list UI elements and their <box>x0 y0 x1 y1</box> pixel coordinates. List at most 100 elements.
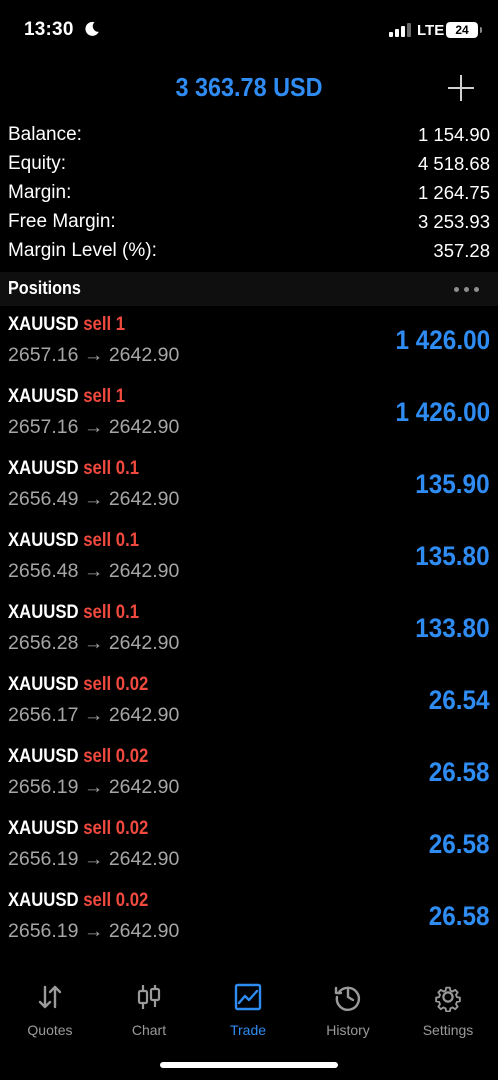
position-row[interactable]: XAUUSD sell 0.02 2656.19 → 2642.90 26.58 <box>0 812 498 884</box>
position-profit: 135.90 <box>415 469 490 499</box>
position-symbol: XAUUSD sell 0.1 <box>8 602 139 624</box>
position-row[interactable]: XAUUSD sell 0.02 2656.17 → 2642.90 26.54 <box>0 668 498 740</box>
position-prices: 2656.48 → 2642.90 <box>8 560 180 582</box>
position-side: sell 0.1 <box>83 458 140 479</box>
position-side: sell 0.02 <box>83 818 149 839</box>
position-symbol: XAUUSD sell 0.1 <box>8 458 139 480</box>
tab-label: Quotes <box>27 1022 73 1038</box>
status-bar: 13:30 LTE 24 <box>0 0 498 60</box>
summary-margin-level: Margin Level (%): 357.28 <box>0 236 498 265</box>
position-side: sell 0.02 <box>83 890 149 911</box>
position-profit: 26.58 <box>429 829 490 859</box>
position-row[interactable]: XAUUSD sell 0.1 2656.28 → 2642.90 133.80 <box>0 596 498 668</box>
position-profit: 133.80 <box>415 613 490 643</box>
account-summary: Balance: 1 154.90 Equity: 4 518.68 Margi… <box>0 120 498 265</box>
position-row[interactable]: XAUUSD sell 0.02 2656.19 → 2642.90 26.58 <box>0 740 498 812</box>
position-prices: 2656.49 → 2642.90 <box>8 488 180 510</box>
more-dots-icon[interactable] <box>454 287 482 293</box>
symbol-name: XAUUSD <box>8 458 79 479</box>
tab-history[interactable]: History <box>298 978 398 1040</box>
position-row[interactable]: XAUUSD sell 1 2657.16 → 2642.90 1 426.00 <box>0 308 498 380</box>
position-prices: 2657.16 → 2642.90 <box>8 416 180 438</box>
position-symbol: XAUUSD sell 0.1 <box>8 530 139 552</box>
position-prices: 2656.19 → 2642.90 <box>8 920 180 942</box>
position-row[interactable]: XAUUSD sell 0.1 2656.49 → 2642.90 135.90 <box>0 452 498 524</box>
position-row[interactable]: XAUUSD sell 1 2657.16 → 2642.90 1 426.00 <box>0 380 498 452</box>
network-type: LTE <box>417 22 445 39</box>
symbol-name: XAUUSD <box>8 674 79 695</box>
summary-margin: Margin: 1 264.75 <box>0 178 498 207</box>
summary-label: Balance: <box>8 123 82 145</box>
symbol-name: XAUUSD <box>8 530 79 551</box>
trade-header: 3 363.78 USD <box>0 68 498 108</box>
position-symbol: XAUUSD sell 1 <box>8 386 125 408</box>
position-side: sell 0.02 <box>83 746 149 767</box>
quotes-arrows-icon <box>38 985 62 1009</box>
position-prices: 2656.17 → 2642.90 <box>8 704 180 726</box>
position-symbol: XAUUSD sell 0.02 <box>8 746 148 768</box>
tab-trade[interactable]: Trade <box>198 978 298 1040</box>
summary-balance: Balance: 1 154.90 <box>0 120 498 149</box>
tab-quotes[interactable]: Quotes <box>0 978 100 1040</box>
signal-icon <box>389 23 411 37</box>
tab-settings[interactable]: Settings <box>398 978 498 1040</box>
symbol-name: XAUUSD <box>8 818 79 839</box>
tab-label: History <box>326 1022 370 1038</box>
summary-label: Free Margin: <box>8 210 116 232</box>
tab-chart[interactable]: Chart <box>99 978 199 1040</box>
symbol-name: XAUUSD <box>8 746 79 767</box>
moon-icon <box>85 21 99 36</box>
position-side: sell 0.02 <box>83 674 149 695</box>
position-profit: 1 426.00 <box>395 397 490 427</box>
position-symbol: XAUUSD sell 0.02 <box>8 674 148 696</box>
summary-value: 3 253.93 <box>417 210 490 232</box>
tab-label: Settings <box>422 1022 474 1038</box>
position-side: sell 1 <box>83 386 126 407</box>
trade-chart-icon <box>234 983 262 1011</box>
summary-label: Margin Level (%): <box>8 239 157 261</box>
position-row[interactable]: XAUUSD sell 0.1 2656.48 → 2642.90 135.80 <box>0 524 498 596</box>
account-total: 3 363.78 USD <box>175 72 323 102</box>
position-side: sell 1 <box>83 314 126 335</box>
positions-header: Positions <box>0 272 498 306</box>
symbol-name: XAUUSD <box>8 314 79 335</box>
summary-value: 357.28 <box>433 239 490 261</box>
position-profit: 26.54 <box>429 685 490 715</box>
summary-value: 4 518.68 <box>417 152 490 174</box>
position-prices: 2657.16 → 2642.90 <box>8 344 180 366</box>
position-symbol: XAUUSD sell 1 <box>8 314 125 336</box>
position-side: sell 0.1 <box>83 602 140 623</box>
battery-level: 24 <box>455 23 469 37</box>
home-indicator[interactable] <box>160 1062 338 1068</box>
position-prices: 2656.19 → 2642.90 <box>8 776 180 798</box>
symbol-name: XAUUSD <box>8 602 79 623</box>
plus-icon[interactable] <box>448 75 474 101</box>
position-symbol: XAUUSD sell 0.02 <box>8 818 148 840</box>
summary-label: Equity: <box>8 152 67 174</box>
position-prices: 2656.28 → 2642.90 <box>8 632 180 654</box>
candlestick-icon <box>137 985 161 1009</box>
gear-icon <box>435 986 461 1012</box>
symbol-name: XAUUSD <box>8 386 79 407</box>
position-profit: 26.58 <box>429 757 490 787</box>
summary-value: 1 264.75 <box>417 181 490 203</box>
history-clock-icon <box>334 986 360 1011</box>
positions-title: Positions <box>8 278 81 298</box>
summary-equity: Equity: 4 518.68 <box>0 149 498 178</box>
position-profit: 1 426.00 <box>395 325 490 355</box>
summary-label: Margin: <box>8 181 72 203</box>
summary-free-margin: Free Margin: 3 253.93 <box>0 207 498 236</box>
position-symbol: XAUUSD sell 0.02 <box>8 890 148 912</box>
symbol-name: XAUUSD <box>8 890 79 911</box>
positions-list: XAUUSD sell 1 2657.16 → 2642.90 1 426.00… <box>0 308 498 956</box>
status-time: 13:30 <box>24 19 74 40</box>
position-side: sell 0.1 <box>83 530 140 551</box>
battery-icon: 24 <box>446 22 482 38</box>
position-row[interactable]: XAUUSD sell 0.02 2656.19 → 2642.90 26.58 <box>0 884 498 956</box>
summary-value: 1 154.90 <box>417 123 490 145</box>
position-profit: 135.80 <box>415 541 490 571</box>
tab-label: Chart <box>131 1022 167 1038</box>
position-prices: 2656.19 → 2642.90 <box>8 848 180 870</box>
tab-label: Trade <box>229 1022 267 1038</box>
position-profit: 26.58 <box>429 901 490 931</box>
